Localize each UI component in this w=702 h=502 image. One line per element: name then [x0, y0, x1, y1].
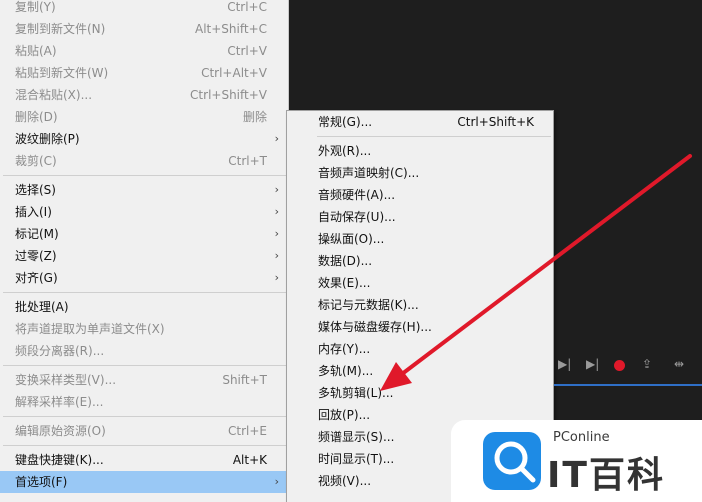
annotation-arrow	[380, 154, 692, 391]
